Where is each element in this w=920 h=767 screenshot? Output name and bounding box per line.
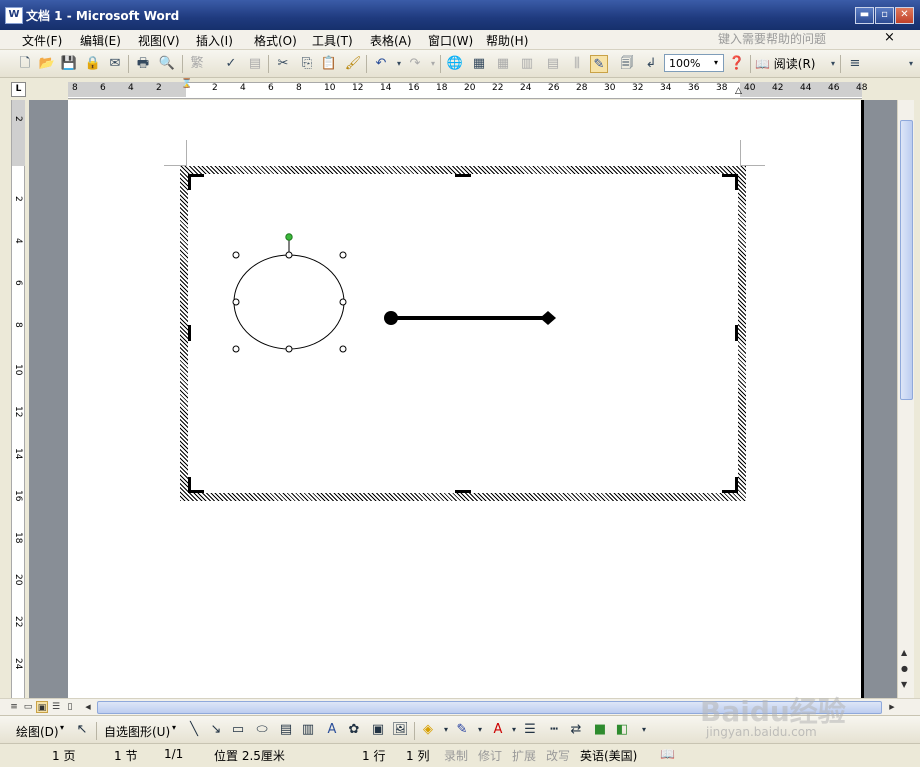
draw-menu-button[interactable]: 绘图(D)	[16, 723, 59, 740]
fill-color-icon[interactable]: ◈	[420, 722, 436, 738]
status-position: 位置 2.5厘米	[214, 749, 285, 763]
status-column: 1 列	[406, 749, 430, 763]
resize-handle[interactable]	[339, 298, 347, 306]
line-color-icon[interactable]: ✎	[454, 722, 470, 738]
insert-picture-icon[interactable]: 🖼	[392, 722, 409, 738]
dash-style-icon[interactable]: ┅	[546, 722, 562, 738]
scroll-down-arrow-icon[interactable]: ▼	[901, 680, 907, 689]
oval-tool-icon[interactable]: ⬭	[254, 722, 270, 738]
arrow-tool-icon[interactable]: ↘	[208, 722, 224, 738]
status-bar: 1 页 1 节 1/1 位置 2.5厘米 1 行 1 列 录制 修订 扩展 改写…	[0, 743, 920, 767]
baidu-watermark-url: jingyan.baidu.com	[706, 725, 817, 739]
resize-handle[interactable]	[339, 345, 347, 353]
toolbar-separator	[414, 722, 415, 740]
font-color-icon[interactable]: A	[490, 722, 506, 738]
scroll-up-arrow-icon[interactable]: ▲	[901, 648, 907, 657]
reading-view-icon[interactable]: ▯	[64, 701, 76, 713]
vertical-scroll-thumb[interactable]	[900, 120, 913, 400]
rectangle-tool-icon[interactable]: ▭	[230, 722, 246, 738]
autoshapes-menu-button[interactable]: 自选图形(U)	[104, 723, 170, 740]
shadow-style-icon[interactable]: ■	[592, 722, 608, 738]
diagram-icon[interactable]: ✿	[346, 722, 362, 738]
resize-handle[interactable]	[285, 345, 293, 353]
status-line: 1 行	[362, 749, 386, 763]
resize-handle[interactable]	[339, 251, 347, 259]
draw-dropdown-icon[interactable]: ▾	[60, 723, 64, 732]
print-layout-view-icon[interactable]: ▣	[36, 701, 48, 713]
normal-view-icon[interactable]: ≡	[8, 701, 20, 713]
status-track-changes[interactable]: 修订	[478, 747, 502, 764]
line-tool-icon[interactable]: ╲	[186, 722, 202, 738]
scroll-left-arrow-icon[interactable]: ◀	[82, 701, 94, 713]
line-style-icon[interactable]: ☰	[522, 722, 538, 738]
baidu-watermark: Baidu经验	[700, 695, 846, 728]
fill-color-dropdown-icon[interactable]: ▾	[438, 722, 454, 738]
wordart-icon[interactable]: A	[324, 722, 340, 738]
select-browse-object-icon[interactable]: ●	[901, 664, 908, 673]
resize-handle[interactable]	[232, 345, 240, 353]
font-color-dropdown-icon[interactable]: ▾	[506, 722, 522, 738]
arrow-style-icon[interactable]: ⇄	[568, 722, 584, 738]
textbox-tool-icon[interactable]: ▤	[278, 722, 294, 738]
status-page-of: 1/1	[164, 747, 184, 761]
status-section: 1 节	[114, 749, 138, 763]
line-color-dropdown-icon[interactable]: ▾	[472, 722, 488, 738]
spelling-status-icon[interactable]: 📖	[660, 747, 675, 761]
toolbar-separator	[96, 722, 97, 740]
status-overtype[interactable]: 改写	[546, 747, 570, 764]
select-objects-icon[interactable]: ↖	[74, 722, 90, 738]
3d-style-icon[interactable]: ◧	[614, 722, 630, 738]
line-end-diamond-arrow	[540, 311, 556, 325]
vertical-textbox-tool-icon[interactable]: ▥	[300, 722, 316, 738]
clipart-icon[interactable]: ▣	[370, 722, 386, 738]
autoshapes-dropdown-icon[interactable]: ▾	[172, 723, 176, 732]
canvas-shapes-layer	[232, 233, 556, 353]
outline-view-icon[interactable]: ☰	[50, 701, 62, 713]
web-view-icon[interactable]: ▭	[22, 701, 34, 713]
resize-handle[interactable]	[232, 251, 240, 259]
resize-handle[interactable]	[232, 298, 240, 306]
line-start-oval-arrow	[384, 311, 398, 325]
resize-handle[interactable]	[285, 251, 293, 259]
status-record[interactable]: 录制	[444, 747, 468, 764]
vertical-scrollbar[interactable]: ▲ ● ▼	[897, 100, 914, 698]
oval-shape[interactable]	[233, 254, 345, 350]
status-language[interactable]: 英语(美国)	[580, 747, 637, 764]
drawing-toolbar-options-icon[interactable]: ▾	[636, 722, 652, 738]
rotation-handle[interactable]	[285, 233, 293, 241]
status-extend[interactable]: 扩展	[512, 747, 536, 764]
status-page: 1 页	[52, 749, 76, 763]
scroll-right-arrow-icon[interactable]: ▶	[886, 701, 898, 713]
